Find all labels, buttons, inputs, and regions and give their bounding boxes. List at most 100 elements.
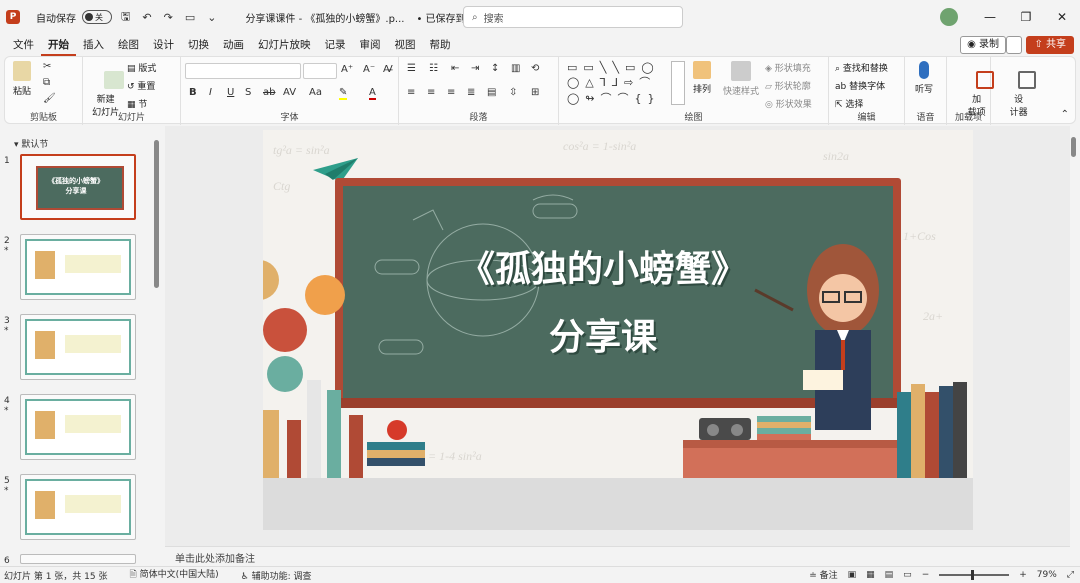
strikethrough-icon[interactable]: ab (263, 87, 275, 98)
slideshow-view-icon[interactable]: ▭ (903, 570, 912, 580)
present-icon[interactable]: ▭ (182, 11, 198, 24)
accessibility-status[interactable]: ♿ 辅助功能: 调查 (241, 569, 312, 582)
paste-button[interactable]: 粘贴 (13, 61, 31, 97)
distribute-icon[interactable]: ▤ (487, 87, 496, 98)
align-right-icon[interactable]: ≡ (447, 87, 455, 98)
slide-thumbnail[interactable] (20, 554, 136, 564)
increase-font-icon[interactable]: A⁺ (341, 64, 353, 75)
panel-scrollbar[interactable] (154, 140, 159, 288)
find-replace-button[interactable]: ⌕ 查找和替换 (835, 61, 888, 74)
zoom-slider[interactable] (939, 569, 1010, 580)
slide-title[interactable]: 《孤独的小螃蟹》 (413, 240, 793, 292)
group-editing: ⌕ 查找和替换 ab 替换字体 ⇱ 选择 编辑 (829, 57, 905, 125)
collapse-ribbon-icon[interactable]: ⌃ (1061, 109, 1069, 120)
shapes-more-button[interactable] (671, 61, 685, 105)
tab-5[interactable]: 切换 (181, 34, 216, 56)
font-color-icon[interactable]: A (369, 87, 376, 100)
account-avatar[interactable] (940, 8, 958, 26)
italic-icon[interactable]: I (209, 87, 212, 98)
align-left-icon[interactable]: ≡ (407, 87, 415, 98)
format-painter-icon[interactable]: 🖌 (43, 93, 56, 104)
tab-6[interactable]: 动画 (216, 34, 251, 56)
change-case-icon[interactable]: Aa (309, 87, 322, 98)
shape-effects-button[interactable]: ◎ 形状效果 (765, 97, 812, 110)
record-button[interactable]: ◉ 录制 (960, 36, 1006, 54)
minimize-icon[interactable]: — (972, 10, 1008, 24)
search-box[interactable]: ⌕ 搜索 (463, 6, 683, 28)
tab-11[interactable]: 帮助 (423, 34, 458, 56)
spacing-icon[interactable]: AV (283, 87, 296, 98)
undo-icon[interactable]: ↶ (139, 11, 154, 24)
section-label[interactable]: ▾ 默认节 (14, 137, 48, 150)
language-status[interactable]: 🗎 简体中文(中国大陆) (129, 567, 218, 583)
comments-icon[interactable] (1006, 36, 1022, 54)
align-text-icon[interactable]: ⇳ (509, 87, 517, 98)
shape-outline-button[interactable]: ▱ 形状轮廓 (765, 79, 811, 92)
slide-thumbnail[interactable] (20, 474, 136, 540)
zoom-in-icon[interactable]: + (1019, 570, 1027, 580)
close-icon[interactable]: ✕ (1044, 10, 1080, 24)
clear-format-icon[interactable]: Ꜻ (383, 64, 393, 75)
bold-icon[interactable]: B (189, 87, 197, 98)
tab-0[interactable]: 文件 (6, 34, 41, 56)
designer-button[interactable]: 设 计器 (1001, 61, 1037, 128)
shadow-icon[interactable]: S (245, 87, 251, 98)
section-button[interactable]: ▦ 节 (127, 97, 147, 110)
tab-1[interactable]: 开始 (41, 34, 76, 56)
slide-subtitle[interactable]: 分享课 (463, 308, 743, 360)
increase-indent-icon[interactable]: ⇥ (471, 63, 479, 74)
share-button[interactable]: ⇧ 共享 (1026, 36, 1074, 54)
tab-4[interactable]: 设计 (146, 34, 181, 56)
editor-scrollbar[interactable] (1071, 137, 1076, 157)
slide-thumbnail[interactable] (20, 314, 136, 380)
quick-styles-button[interactable]: 快速样式 (723, 61, 759, 97)
tab-2[interactable]: 插入 (76, 34, 111, 56)
fit-slide-icon[interactable]: ⤢ (1067, 570, 1074, 580)
columns-icon[interactable]: ▥ (511, 63, 520, 74)
layout-button[interactable]: ▤ 版式 (127, 61, 156, 74)
dictate-button[interactable]: 听写 (915, 61, 933, 95)
tab-10[interactable]: 视图 (388, 34, 423, 56)
align-center-icon[interactable]: ≡ (427, 87, 435, 98)
current-slide[interactable]: tg²a = sin²a cos²a = 1-sin²a sin2a Ctg 1+Co… (263, 130, 973, 530)
select-button[interactable]: ⇱ 选择 (835, 97, 863, 110)
decrease-font-icon[interactable]: A⁻ (363, 64, 375, 75)
notes-pane[interactable]: 单击此处添加备注 (165, 546, 1070, 566)
smartart-icon[interactable]: ⊞ (531, 87, 539, 98)
slide-sorter-icon[interactable]: ▦ (866, 570, 875, 580)
slide-thumbnail[interactable]: 《孤独的小螃蟹》 分享课 (20, 154, 136, 220)
reading-view-icon[interactable]: ▤ (885, 570, 894, 580)
font-name-combo[interactable] (185, 63, 301, 79)
slide-thumbnail[interactable] (20, 234, 136, 300)
shapes-gallery[interactable]: ▭▭╲╲▭◯ ◯△⅂⅃⇨⌒ ◯↬⌒⌒{} (567, 61, 661, 106)
normal-view-icon[interactable]: ▣ (848, 570, 857, 580)
underline-icon[interactable]: U (227, 87, 234, 98)
highlight-icon[interactable]: ✎ (339, 87, 348, 100)
shape-fill-button[interactable]: ◈ 形状填充 (765, 61, 811, 74)
zoom-out-icon[interactable]: − (922, 570, 930, 580)
reset-button[interactable]: ↺ 重置 (127, 79, 155, 92)
line-spacing-icon[interactable]: ↕ (491, 63, 499, 74)
save-icon[interactable]: 🖫 (118, 8, 133, 27)
justify-icon[interactable]: ≣ (467, 87, 475, 98)
tab-7[interactable]: 幻灯片放映 (251, 34, 318, 56)
tab-9[interactable]: 审阅 (353, 34, 388, 56)
autosave-toggle[interactable]: 关 (82, 10, 112, 24)
redo-icon[interactable]: ↷ (161, 11, 176, 24)
cut-icon[interactable]: ✂ (43, 61, 51, 72)
tab-3[interactable]: 绘图 (111, 34, 146, 56)
font-size-combo[interactable] (303, 63, 337, 79)
copy-icon[interactable]: ⧉ (43, 77, 50, 88)
tab-8[interactable]: 记录 (318, 34, 353, 56)
decrease-indent-icon[interactable]: ⇤ (451, 63, 459, 74)
arrange-button[interactable]: 排列 (693, 61, 711, 95)
notes-toggle-button[interactable]: ≐ 备注 (809, 568, 837, 581)
bullets-icon[interactable]: ☰ (407, 63, 416, 74)
numbering-icon[interactable]: ☷ (429, 63, 438, 74)
replace-font-button[interactable]: ab 替换字体 (835, 79, 885, 92)
slide-thumbnail[interactable] (20, 394, 136, 460)
zoom-level[interactable]: 79% (1037, 570, 1057, 580)
customize-quick-access-icon[interactable]: ⌄ (204, 11, 219, 24)
text-direction-icon[interactable]: ⟲ (531, 63, 539, 74)
restore-icon[interactable]: ❐ (1008, 10, 1044, 24)
